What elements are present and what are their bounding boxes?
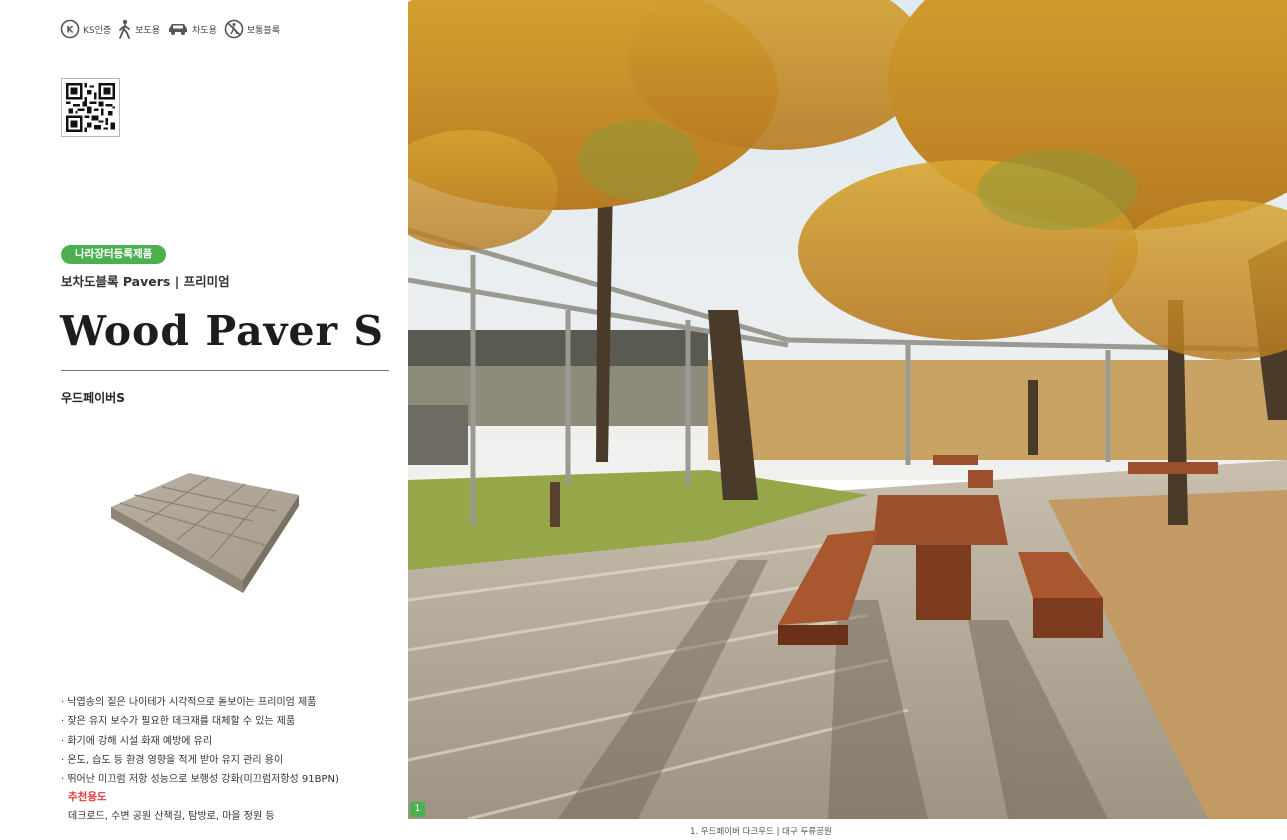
title-divider [61, 370, 389, 371]
park-installation-photo [408, 0, 1287, 819]
paver-product-image [105, 465, 305, 600]
svg-text:K: K [67, 26, 75, 36]
qr-code-icon [66, 83, 115, 132]
product-subtitle: 우드페이버S [61, 391, 125, 405]
recommended-use-label: 추천용도 [68, 791, 107, 803]
car-icon [169, 24, 188, 35]
no-pedestrian-icon [224, 19, 244, 39]
product-category: 보차도블록 Pavers | 프리미엄 [61, 274, 230, 289]
recommended-use-text: 데크로드, 수변 공원 산책길, 탐방로, 마을 정원 등 [68, 811, 275, 822]
cert-label: KS인증 [83, 25, 112, 36]
cert-label: 차도용 [192, 25, 217, 36]
ks-mark-icon: K [60, 19, 80, 39]
feature-item: 뛰어난 미끄럼 저항 성능으로 보행성 강화(미끄럼저항성 91BPN) [61, 770, 339, 789]
feature-item: 화기에 강해 시설 화재 예방에 유리 [61, 732, 339, 751]
cert-label: 보통블록 [246, 25, 280, 36]
product-info-panel: K KS인증 보도용 차도용 보통블록 나라장터등록제품 보차도블록 Paver… [0, 0, 408, 840]
photo-caption: 1. 우드페이버 다크우드 | 대구 두류공원 [690, 827, 832, 837]
feature-list: 낙엽송의 짙은 나이테가 시각적으로 돋보이는 프리미엄 제품 잦은 유지 보수… [61, 693, 339, 789]
feature-item: 잦은 유지 보수가 필요한 데크재를 대체할 수 있는 제품 [61, 712, 339, 731]
qr-code[interactable] [61, 78, 120, 137]
certification-icons: K KS인증 보도용 차도용 보통블록 [60, 19, 280, 39]
photo-number-badge: 1 [410, 802, 425, 817]
cert-car: 차도용 [167, 21, 217, 37]
cert-pedestrian: 보도용 [118, 19, 160, 39]
procurement-badge: 나라장터등록제품 [61, 245, 167, 264]
pedestrian-icon [119, 19, 131, 39]
product-title: Wood Paver S [60, 307, 385, 355]
feature-item: 온도, 습도 등 환경 영향을 적게 받아 유지 관리 용이 [61, 751, 339, 770]
feature-item: 낙엽송의 짙은 나이테가 시각적으로 돋보이는 프리미엄 제품 [61, 693, 339, 712]
cert-label: 보도용 [135, 25, 161, 36]
cert-general: 보통블록 [224, 19, 280, 39]
cert-ks: K KS인증 [60, 19, 111, 39]
